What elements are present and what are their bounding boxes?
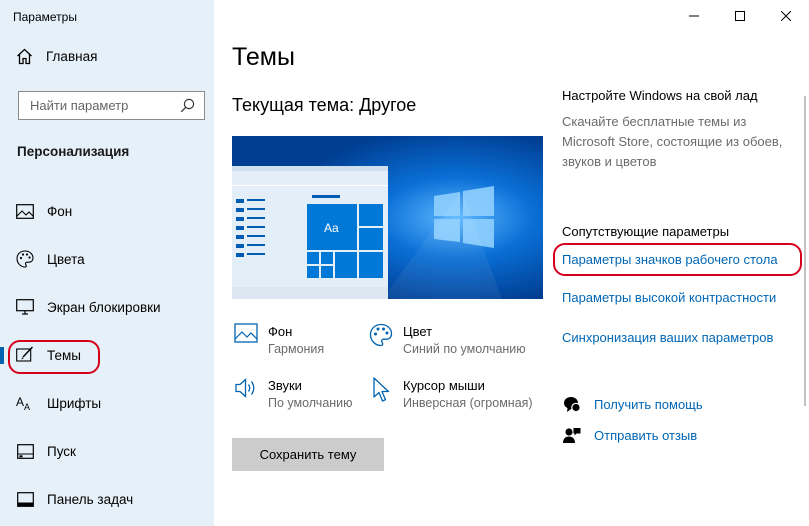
- palette-icon: [16, 250, 34, 268]
- page-title: Темы: [232, 43, 295, 71]
- feedback-icon: [562, 427, 582, 444]
- sidebar-item-label: Пуск: [47, 443, 76, 459]
- sidebar-item-label: Цвета: [47, 251, 85, 267]
- prop-subtitle: Гармония: [268, 342, 325, 356]
- prop-subtitle: По умолчанию: [268, 396, 353, 410]
- sidebar-item-label: Шрифты: [47, 395, 102, 411]
- picture-icon: [16, 202, 34, 220]
- get-help-link[interactable]: Получить помощь: [562, 396, 703, 413]
- get-help-label: Получить помощь: [594, 397, 703, 412]
- selection-indicator: [0, 347, 4, 364]
- help-icon: [562, 396, 582, 413]
- window-title: Параметры: [13, 10, 77, 24]
- related-settings-title: Сопутствующие параметры: [562, 224, 730, 239]
- customize-description: Скачайте бесплатные темы из Microsoft St…: [562, 114, 783, 169]
- minimize-button[interactable]: [671, 0, 717, 32]
- sidebar-item-lockscreen[interactable]: Экран блокировки: [0, 290, 214, 324]
- cursor-icon: [367, 377, 395, 405]
- theme-preview: Aa: [232, 136, 543, 299]
- sidebar-item-colors[interactable]: Цвета: [0, 242, 214, 276]
- palette-icon: [367, 323, 395, 351]
- search-input[interactable]: Найти параметр: [18, 91, 205, 120]
- taskbar-icon: [16, 490, 34, 508]
- sidebar-item-label: Фон: [47, 203, 73, 219]
- prop-color[interactable]: Цвет Синий по умолчанию: [367, 323, 526, 358]
- svg-text:A: A: [24, 402, 30, 411]
- font-icon: AA: [16, 394, 34, 412]
- sidebar-item-start[interactable]: Пуск: [0, 434, 214, 468]
- prop-title: Цвет: [403, 324, 433, 339]
- sidebar-item-fonts[interactable]: AA Шрифты: [0, 386, 214, 420]
- maximize-icon: [735, 11, 745, 21]
- close-icon: [781, 11, 791, 21]
- customize-title: Настройте Windows на свой лад: [562, 88, 758, 103]
- sidebar-item-taskbar[interactable]: Панель задач: [0, 482, 214, 516]
- minimize-icon: [689, 15, 699, 17]
- search-placeholder: Найти параметр: [30, 98, 129, 113]
- current-theme-heading: Текущая тема: Другое: [232, 95, 417, 115]
- prop-title: Фон: [268, 324, 293, 339]
- start-icon: [16, 442, 34, 460]
- sync-settings-link[interactable]: Синхронизация ваших параметров: [562, 330, 773, 345]
- prop-title: Курсор мыши: [403, 378, 485, 393]
- highlight-oval: [8, 340, 100, 374]
- scrollbar[interactable]: [804, 96, 806, 406]
- send-feedback-label: Отправить отзыв: [594, 428, 698, 443]
- home-icon: [17, 48, 32, 65]
- prop-cursor[interactable]: Курсор мыши Инверсная (огромная): [367, 377, 533, 412]
- highlight-oval: [553, 243, 802, 276]
- high-contrast-link[interactable]: Параметры высокой контрастности: [562, 290, 776, 305]
- send-feedback-link[interactable]: Отправить отзыв: [562, 427, 697, 444]
- close-button[interactable]: [763, 0, 809, 32]
- prop-subtitle: Синий по умолчанию: [403, 342, 526, 356]
- sidebar-item-home[interactable]: Главная: [16, 48, 97, 65]
- monitor-icon: [16, 298, 34, 316]
- maximize-button[interactable]: [717, 0, 763, 32]
- home-label: Главная: [46, 49, 98, 64]
- sidebar-item-label: Экран блокировки: [47, 299, 161, 315]
- picture-icon: [232, 323, 260, 351]
- section-title: Персонализация: [17, 144, 130, 159]
- sidebar-item-label: Панель задач: [47, 491, 134, 507]
- prop-sounds[interactable]: Звуки По умолчанию: [232, 377, 353, 412]
- svg-text:A: A: [16, 395, 24, 409]
- speaker-icon: [232, 377, 260, 405]
- sidebar: Параметры Главная Найти параметр Персона…: [0, 0, 214, 526]
- prop-subtitle: Инверсная (огромная): [403, 396, 533, 410]
- prop-background[interactable]: Фон Гармония: [232, 323, 324, 358]
- prop-title: Звуки: [268, 378, 302, 393]
- preview-tile-text: Aa: [324, 221, 339, 235]
- sidebar-item-background[interactable]: Фон: [0, 194, 214, 228]
- save-theme-button[interactable]: Сохранить тему: [232, 438, 384, 471]
- search-icon[interactable]: [180, 98, 195, 113]
